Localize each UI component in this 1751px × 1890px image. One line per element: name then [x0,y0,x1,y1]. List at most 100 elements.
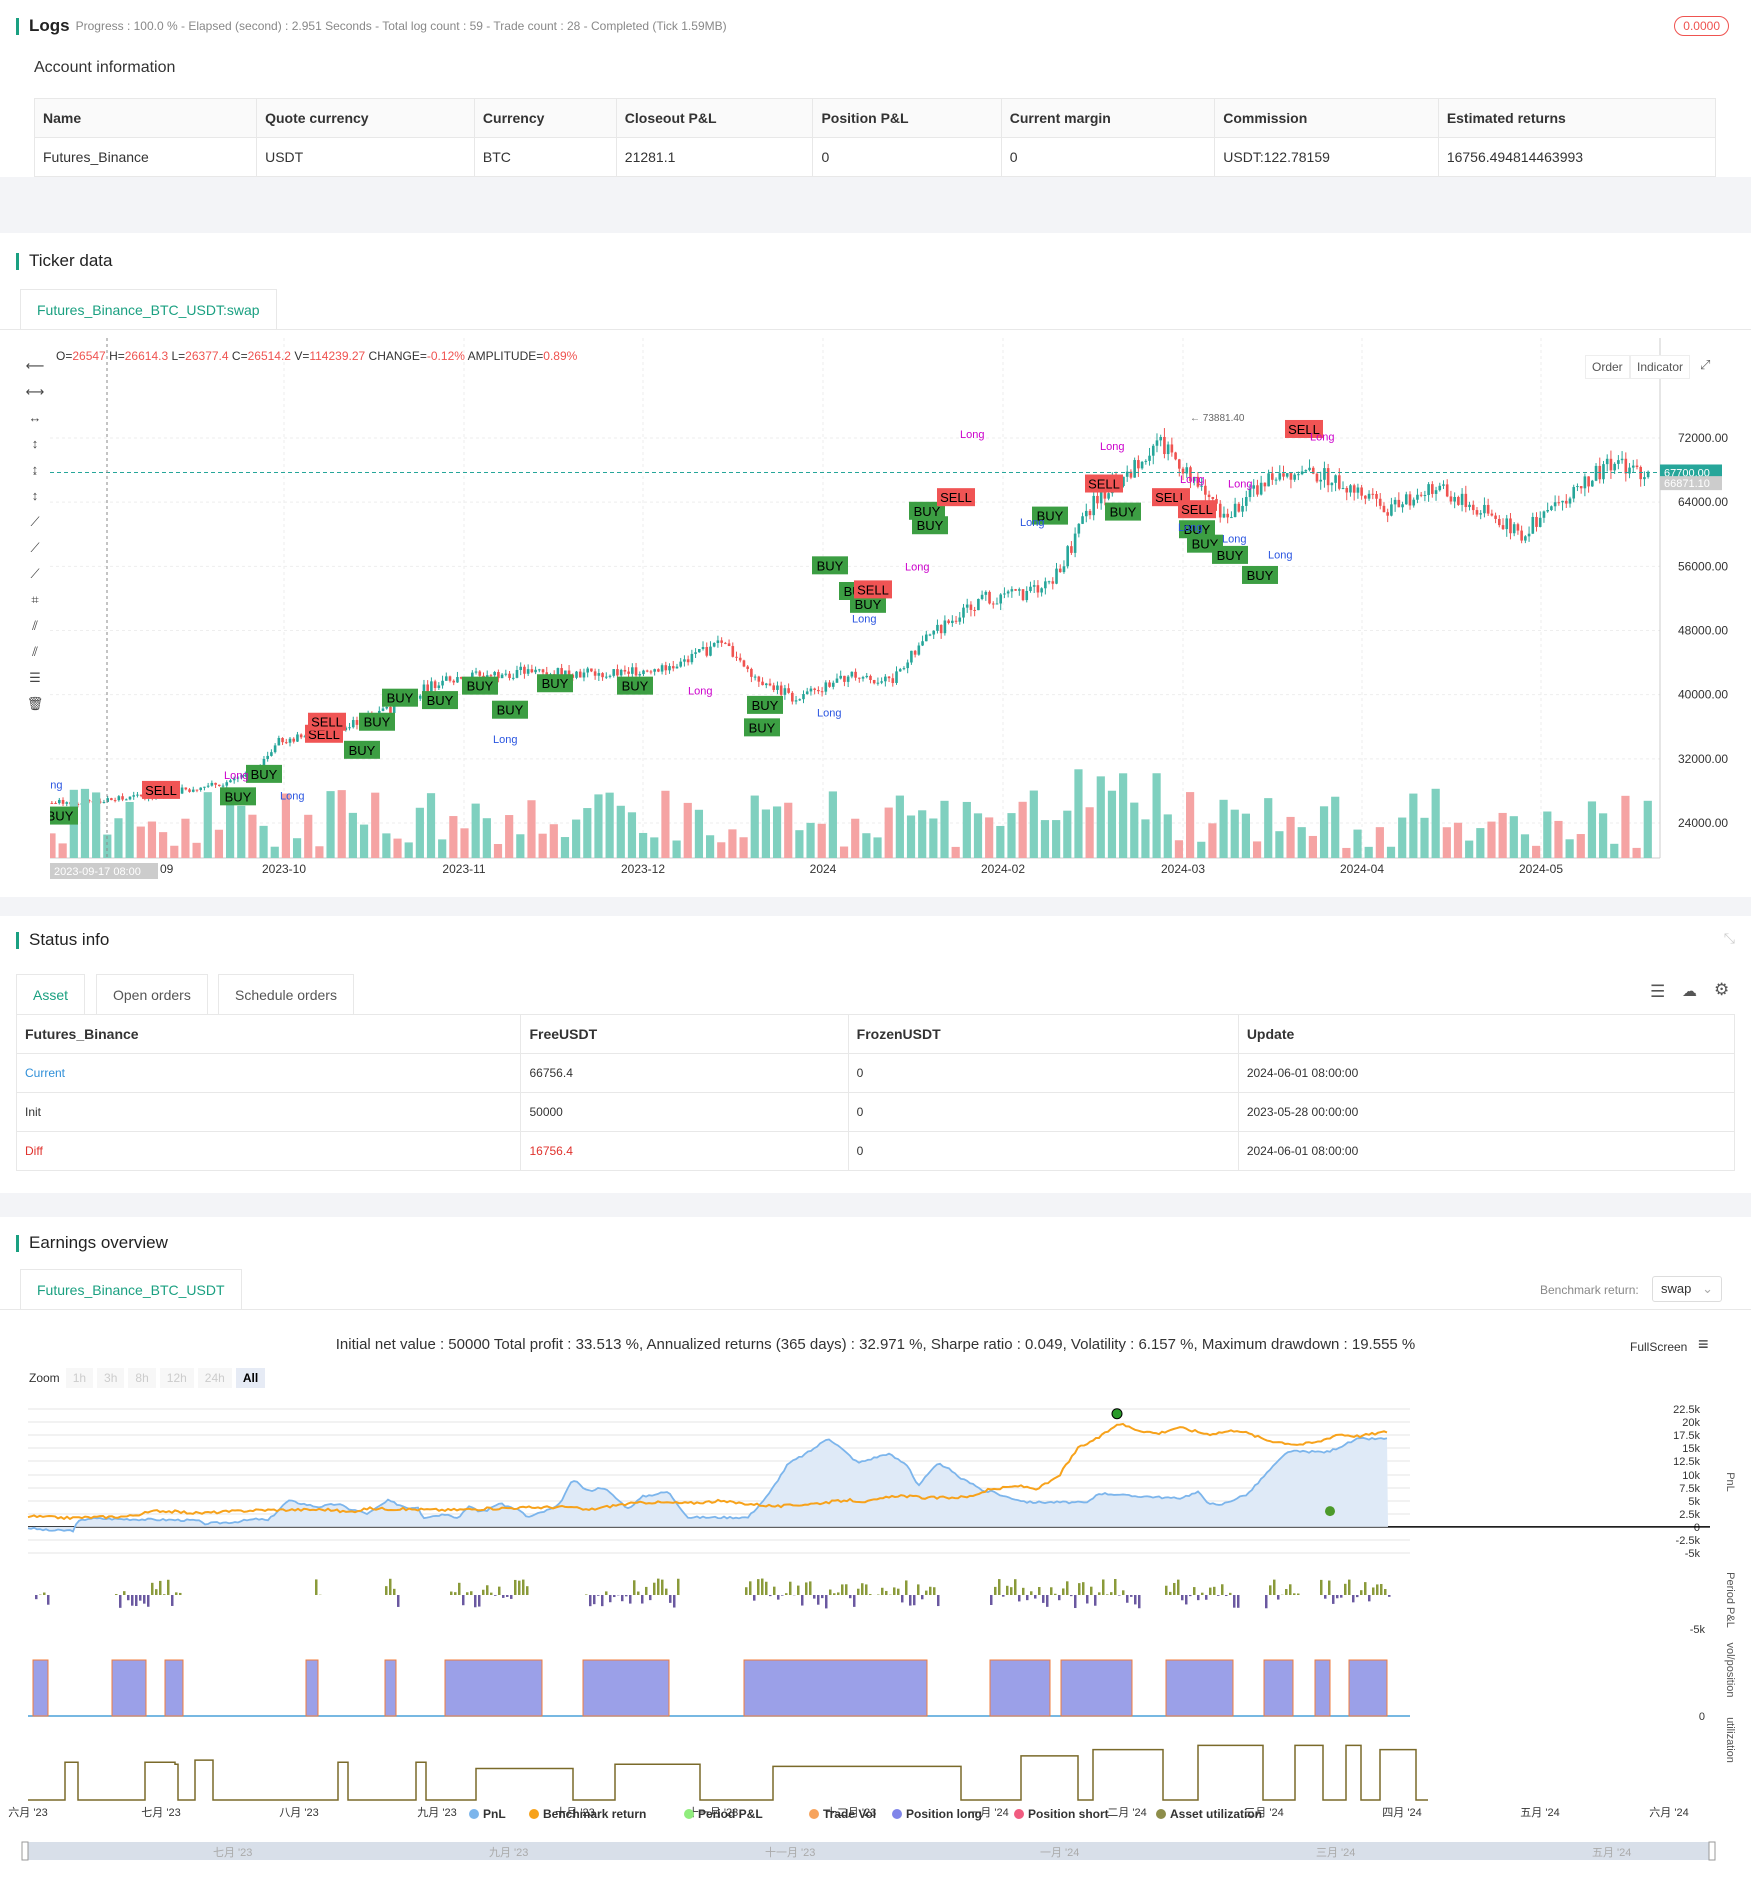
candle-body [1538,517,1542,527]
period-pnl-bar [1360,1590,1363,1595]
navigator-handle-right[interactable] [1708,1841,1716,1861]
candle-body [977,598,980,611]
parallel-channel-icon[interactable]: ⫽ [22,613,48,639]
extended-line-icon[interactable]: ⟋ [22,561,48,587]
pnl-tick-label: 2.5k [1679,1509,1700,1521]
candle-body [430,681,433,693]
candle-body [906,662,909,669]
tab-open-orders[interactable]: Open orders [96,974,208,1014]
price-label-icon[interactable]: ⌗ [22,587,48,613]
horizontal-segment-icon[interactable]: ↔ [22,405,48,431]
candle-body [1460,493,1464,505]
vertical-ray-icon[interactable]: ↨ [22,457,48,483]
candle-body [273,745,277,753]
sell-signal-label: SELL [142,780,180,799]
candle-body [1092,495,1096,516]
period-pnl-bar [1082,1582,1085,1595]
candle-body [1609,458,1613,471]
candlestick-chart[interactable]: 72000.00 64000.00 56000.00 48000.00 40000.00… [50,338,1740,888]
candle-body [1226,513,1229,518]
volume-bar [639,832,648,858]
volume-bar [114,818,123,858]
vertical-segment-icon[interactable]: ↕ [22,483,48,509]
legend-item[interactable]: Benchmark return [529,1807,646,1821]
candle-body [604,676,608,678]
indicator-button[interactable]: Indicator [1630,355,1691,379]
asset-cell: Diff [15,1131,522,1171]
long-signal-label: Long [1310,431,1334,443]
zoom-24h-button[interactable]: 24h [197,1368,232,1388]
order-button[interactable]: Order [1585,355,1630,379]
fib-retracement-icon[interactable]: ☰ [22,665,48,691]
svg-text:BUY: BUY [1110,505,1137,520]
benchmark-select[interactable]: swap ⌄ [1652,1276,1722,1302]
zoom-12h-button[interactable]: 12h [159,1368,194,1388]
fullscreen-button[interactable]: FullScreen [1630,1340,1687,1354]
legend-item[interactable]: Position long [892,1807,982,1821]
asset-header: Update [1237,1014,1736,1054]
tab-asset[interactable]: Asset [16,974,86,1014]
tab-ticker-symbol[interactable]: Futures_Binance_BTC_USDT:swap [20,289,277,329]
horizontal-line-icon[interactable]: ⟷ [22,379,48,405]
fib-channel-icon[interactable]: ⫽ [22,639,48,665]
candle-body [296,734,299,742]
expand-icon[interactable]: ⤢ [1700,357,1710,373]
zoom-8h-button[interactable]: 8h [128,1368,156,1388]
volume-bar [192,842,201,858]
candle-body [969,604,973,610]
trash-icon[interactable]: 🗑 [22,691,48,717]
candle-body [1412,499,1416,506]
collapse-icon[interactable]: ⤡ [1724,930,1735,947]
candle-body [850,671,854,677]
candle-body [1527,533,1531,537]
tab-schedule-orders[interactable]: Schedule orders [218,974,354,1014]
account-header: Quote currency [256,98,475,138]
earnings-chart[interactable]: 22.5k20k17.5k15k12.5k10k7.5k5k2.5k0-2.5k… [0,1392,1751,1890]
settings-gear-icon[interactable]: ⚙ [1714,980,1729,1000]
trend-line-icon[interactable]: ⟋ [22,509,48,535]
period-pnl-bar [454,1592,457,1595]
candle-body [418,695,422,699]
period-pnl-bar [506,1595,509,1597]
zoom-3h-button[interactable]: 3h [97,1368,125,1388]
period-pnl-bar [1038,1587,1041,1595]
legend-item[interactable]: Position short [1014,1807,1109,1821]
pnl-tick-label: 7.5k [1679,1483,1700,1495]
period-pnl-bar [1356,1595,1359,1598]
position-long-block [32,1659,49,1717]
menu-icon[interactable]: ≡ [1698,1334,1709,1355]
zoom-All-button[interactable]: All [235,1368,266,1388]
candle-body [1468,504,1471,508]
candle-body [980,594,984,599]
list-icon[interactable]: ☰ [1650,982,1665,1002]
candle-body [292,738,296,742]
position-long-block [1263,1659,1294,1717]
zoom-1h-button[interactable]: 1h [65,1368,94,1388]
candle-body [772,685,776,690]
svg-text:Position short: Position short [1028,1807,1109,1821]
navigator-track[interactable] [26,1842,1712,1860]
period-pnl-bar [821,1595,824,1599]
navigator-month-label: 七月 '23 [213,1846,252,1859]
earnings-title: Earnings overview [16,1233,168,1253]
period-pnl-bar [657,1578,660,1595]
y-tick-label: 24000.00 [1678,816,1728,830]
tab-earnings-symbol[interactable]: Futures_Binance_BTC_USDT [20,1269,242,1309]
legend-item[interactable]: Trade Vol [809,1807,876,1821]
candle-body [1036,585,1040,593]
legend-item[interactable]: Asset utilization [1156,1807,1262,1821]
horizontal-ray-icon[interactable]: ⟵ [22,353,48,379]
legend-item[interactable]: PnL [469,1807,506,1821]
cloud-download-icon[interactable]: ☁ [1682,982,1697,1000]
candle-body [1457,496,1460,505]
pnl-tick-label: 17.5k [1673,1430,1700,1442]
vertical-line-icon[interactable]: ↕ [22,431,48,457]
period-pnl-bar [1177,1579,1180,1595]
volume-bar [1353,829,1362,858]
navigator-handle-left[interactable] [21,1841,29,1861]
volume-bar [292,838,302,858]
volume-bar [1565,839,1574,858]
ray-line-icon[interactable]: ⟋ [22,535,48,561]
period-pnl-bar [1074,1595,1077,1609]
candle-body [735,656,738,658]
